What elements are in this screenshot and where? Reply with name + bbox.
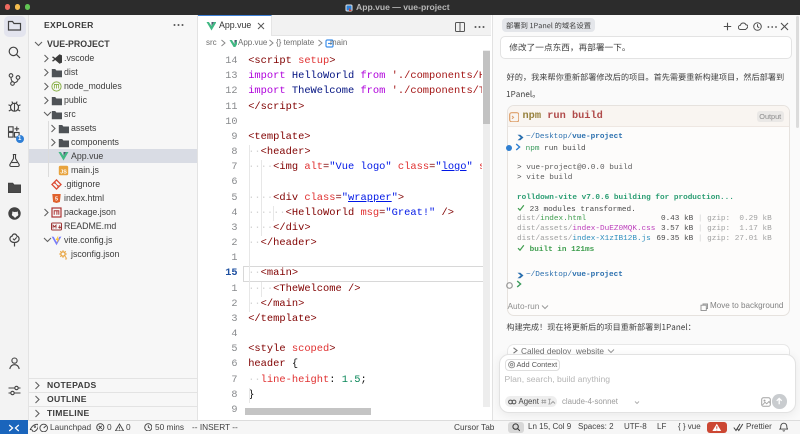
svg-text:s: s (65, 256, 68, 261)
svg-text:JS: JS (60, 169, 67, 175)
svg-text:5: 5 (55, 197, 58, 203)
